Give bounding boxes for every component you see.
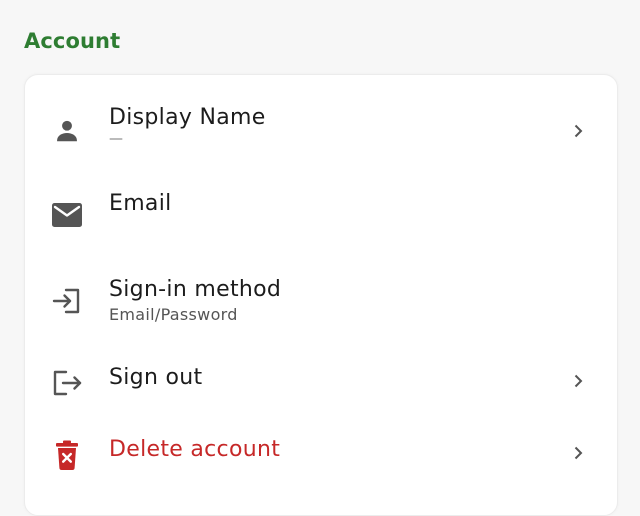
display-name-row[interactable]: Display Name — [25, 97, 617, 159]
signin-method-value: Email/Password [109, 305, 238, 324]
email-row[interactable]: Email [25, 185, 617, 245]
display-name-label: Display Name [109, 105, 266, 130]
person-icon [49, 113, 85, 149]
delete-account-label: Delete account [109, 437, 281, 462]
sign-out-row[interactable]: Sign out [25, 357, 617, 413]
display-name-value: — [109, 131, 124, 147]
chevron-right-icon [568, 121, 588, 141]
trash-icon [49, 437, 85, 473]
login-icon [49, 283, 85, 319]
chevron-right-icon [568, 371, 588, 391]
chevron-right-icon [568, 443, 588, 463]
logout-icon [49, 365, 85, 401]
sign-out-label: Sign out [109, 365, 203, 390]
signin-method-row: Sign-in method Email/Password [25, 271, 617, 331]
account-card: Display Name — Email Sign-in method Emai… [24, 74, 618, 516]
delete-account-row[interactable]: Delete account [25, 429, 617, 485]
signin-method-label: Sign-in method [109, 277, 282, 302]
email-label: Email [109, 191, 172, 216]
section-title: Account [24, 29, 121, 53]
mail-icon [49, 197, 85, 233]
